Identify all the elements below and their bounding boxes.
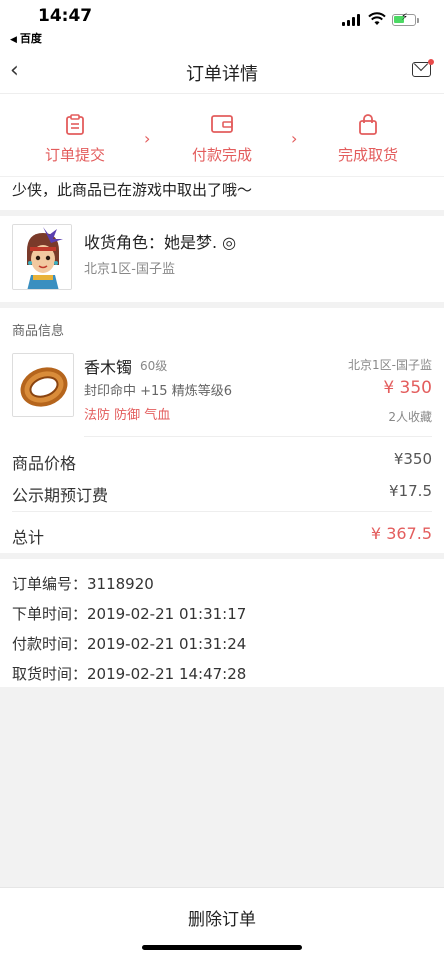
- back-triangle-icon: ◀: [10, 35, 17, 45]
- wallet-icon: [211, 115, 233, 133]
- step-payment-complete: 付款完成: [172, 114, 272, 165]
- chevron-right-icon: ›: [144, 129, 151, 148]
- delete-order-button[interactable]: 删除订单: [0, 905, 444, 930]
- fee-value: ¥17.5: [389, 482, 432, 500]
- item-tags: 法防 防御 气血: [84, 408, 171, 423]
- pickup-notice: 少侠，此商品已在游戏中取出了哦～: [0, 176, 444, 206]
- recipient-server: 北京1区-国子监: [84, 262, 175, 277]
- status-time: 14:47: [38, 6, 93, 26]
- order-pickup-time: 取货时间：2019-02-21 14:47:28: [12, 665, 247, 683]
- order-number: 订单编号：3118920: [12, 575, 154, 593]
- order-progress: 订单提交 › 付款完成 › 完成取货: [0, 94, 444, 176]
- item-level: 60级: [140, 359, 168, 373]
- order-placed-time: 下单时间：2019-02-21 01:31:17: [12, 605, 247, 623]
- status-bar: 14:47 ◀ 百度 ⚡: [0, 0, 444, 48]
- item-image[interactable]: [12, 353, 74, 417]
- step-label: 订单提交: [44, 146, 105, 164]
- back-to-app-link[interactable]: ◀ 百度: [10, 30, 42, 46]
- price-label: 商品价格: [12, 454, 77, 473]
- wifi-icon: [368, 12, 386, 25]
- total-label: 总计: [12, 528, 45, 547]
- item-server: 北京1区-国子监: [348, 358, 432, 372]
- price-value: ¥350: [393, 450, 432, 468]
- step-label: 付款完成: [191, 146, 252, 164]
- bag-icon: [359, 114, 377, 135]
- goods-section: 商品信息 香木镯 60级 封印命中 +15 精炼等级6 法防 防御 气血 北京1…: [0, 308, 444, 553]
- total-value: ¥ 367.5: [370, 524, 432, 543]
- clipboard-icon: [66, 114, 84, 135]
- item-price: ¥ 350: [383, 378, 432, 398]
- step-label: 完成取货: [337, 146, 398, 164]
- step-order-submitted: 订单提交: [25, 114, 125, 165]
- total-row: 总计 ¥ 367.5: [12, 524, 432, 548]
- recipient-role: 收货角色：她是梦. ◎: [84, 233, 237, 252]
- item-name: 香木镯: [84, 358, 133, 377]
- bottom-bar: 删除订单: [0, 887, 444, 960]
- notification-dot: [428, 59, 434, 65]
- fee-row: 公示期预订费 ¥17.5: [12, 482, 432, 506]
- item-attributes: 封印命中 +15 精炼等级6: [84, 384, 232, 399]
- recipient-section: 收货角色：她是梦. ◎ 北京1区-国子监: [0, 216, 444, 302]
- chevron-right-icon: ›: [291, 129, 298, 148]
- character-avatar: [12, 224, 72, 290]
- back-app-label: 百度: [19, 32, 42, 45]
- fee-label: 公示期预订费: [12, 486, 109, 505]
- step-pickup-complete: 完成取货: [318, 114, 418, 165]
- section-title: 商品信息: [12, 324, 65, 339]
- order-paid-time: 付款时间：2019-02-21 01:31:24: [12, 635, 247, 653]
- battery-icon: ⚡: [392, 12, 416, 26]
- home-indicator: [142, 945, 302, 950]
- page-title: 订单详情: [186, 64, 258, 85]
- price-row: 商品价格 ¥350: [12, 450, 432, 474]
- item-favorites: 2人收藏: [388, 410, 432, 424]
- nav-bar: ‹ 订单详情: [0, 48, 444, 94]
- signal-icon: [342, 14, 360, 26]
- order-info: 订单编号：3118920 下单时间：2019-02-21 01:31:17 付款…: [0, 559, 444, 687]
